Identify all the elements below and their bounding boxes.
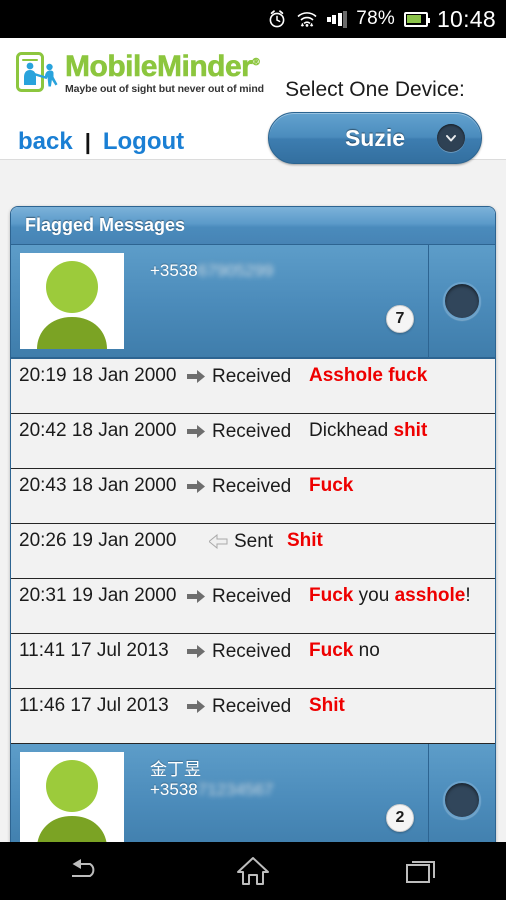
message-timestamp: 11:41 17 Jul 2013 — [19, 640, 169, 661]
message-text: Fuck — [309, 475, 354, 496]
message-direction: Received — [187, 695, 309, 718]
message-direction-label: Received — [212, 696, 292, 717]
back-icon[interactable] — [24, 842, 144, 900]
message-timestamp: 20:31 19 Jan 2000 — [19, 585, 177, 606]
message-direction-label: Received — [212, 366, 292, 387]
signal-bars-icon — [326, 10, 348, 28]
person-avatar-icon — [20, 752, 124, 842]
contact-number-1: +353867905299 — [150, 261, 274, 280]
arrow-right-received-icon — [187, 480, 205, 493]
device-selector: Select One Device: Suzie — [260, 78, 490, 164]
mobileminder-logo-icon — [16, 52, 62, 92]
table-row[interactable]: 11:41 17 Jul 2013 Received Fuck no — [11, 634, 495, 689]
message-direction: Sent — [187, 530, 287, 553]
status-badge: 7 — [386, 305, 414, 333]
message-direction: Received — [187, 420, 309, 443]
message-timestamp: 20:42 18 Jan 2000 — [19, 420, 177, 441]
table-row[interactable]: 20:31 19 Jan 2000 Received Fuck you assh… — [11, 579, 495, 634]
home-icon[interactable] — [193, 842, 313, 900]
message-direction-label: Sent — [234, 531, 274, 552]
battery-percent-label: 78% — [356, 8, 395, 29]
message-direction-label: Received — [212, 641, 292, 662]
message-direction-label: Received — [212, 421, 292, 442]
message-timestamp: 11:46 17 Jul 2013 — [19, 695, 169, 716]
page-body: Flagged Messages +353867905299 7 20:19 1… — [0, 160, 506, 842]
table-row[interactable]: 11:46 17 Jul 2013 Received Shit — [11, 689, 495, 744]
message-direction: Received — [187, 475, 309, 498]
table-row[interactable]: 20:26 19 Jan 2000 Sent Shit — [11, 524, 495, 579]
message-text: Shit — [287, 530, 323, 551]
device-select-label: Select One Device: — [285, 78, 465, 101]
chevron-down-icon — [437, 124, 465, 152]
arrow-left-sent-icon — [209, 534, 228, 549]
battery-icon — [403, 11, 430, 27]
message-text: Fuck you asshole! — [309, 585, 471, 606]
contact-row: +353867905299 7 — [11, 245, 495, 359]
alarm-clock-icon — [267, 9, 287, 29]
messages-list: 20:19 18 Jan 2000 Received Asshole fuck … — [11, 359, 495, 744]
message-timestamp: 20:26 19 Jan 2000 — [19, 530, 177, 551]
registered-mark: ® — [252, 57, 260, 68]
message-text: Fuck no — [309, 640, 380, 661]
arrow-right-received-icon — [187, 590, 205, 603]
message-direction-label: Received — [212, 476, 292, 497]
wifi-icon — [296, 10, 318, 28]
panel-title: Flagged Messages — [11, 207, 495, 245]
flagged-messages-panel: Flagged Messages +353867905299 7 20:19 1… — [10, 206, 496, 842]
expand-toggle-icon[interactable] — [429, 744, 495, 842]
brand-name: MobileMinder — [65, 50, 253, 83]
status-badge: 2 — [386, 804, 414, 832]
message-text: Asshole fuck — [309, 365, 428, 386]
redacted-number: 71234567 — [197, 779, 274, 799]
message-timestamp: 20:19 18 Jan 2000 — [19, 365, 177, 386]
contact-name-2: 金丁昱 — [150, 760, 201, 779]
logout-link[interactable]: Logout — [103, 128, 184, 156]
message-direction: Received — [187, 365, 309, 388]
message-text: Dickhead shit — [309, 420, 428, 441]
message-direction: Received — [187, 640, 309, 663]
links-divider: | — [84, 129, 91, 154]
device-select-button[interactable]: Suzie — [268, 112, 482, 164]
message-text: Shit — [309, 695, 345, 716]
message-timestamp: 20:43 18 Jan 2000 — [19, 475, 177, 496]
arrow-right-received-icon — [187, 645, 205, 658]
table-row[interactable]: 20:42 18 Jan 2000 Received Dickhead shit — [11, 414, 495, 469]
android-nav-bar — [0, 842, 506, 900]
contact-row: 金丁昱 +353871234567 2 — [11, 744, 495, 842]
person-avatar-icon — [20, 253, 124, 349]
header-links: back | Logout — [18, 128, 184, 156]
app-header: MobileMinder® Maybe out of sight but nev… — [0, 38, 506, 164]
status-bar-clock: 10:48 — [436, 5, 496, 32]
android-status-bar: 78% 10:48 — [0, 0, 506, 38]
contact-info-1: +353867905299 — [150, 253, 273, 281]
arrow-right-received-icon — [187, 425, 205, 438]
selected-device-label: Suzie — [344, 124, 406, 151]
message-direction-label: Received — [212, 586, 292, 607]
recents-icon[interactable] — [362, 842, 482, 900]
arrow-right-received-icon — [187, 370, 205, 383]
table-row[interactable]: 20:43 18 Jan 2000 Received Fuck — [11, 469, 495, 524]
redacted-number: 67905299 — [197, 261, 274, 280]
message-direction: Received — [187, 585, 309, 608]
collapse-toggle-icon[interactable] — [429, 245, 495, 357]
contact-header-2[interactable]: 金丁昱 +353871234567 2 — [11, 744, 429, 842]
brand-tagline: Maybe out of sight but never out of mind — [65, 83, 264, 95]
contact-number-2: +353871234567 — [150, 779, 274, 799]
table-row[interactable]: 20:19 18 Jan 2000 Received Asshole fuck — [11, 359, 495, 414]
contact-info-2: 金丁昱 +353871234567 — [150, 752, 273, 800]
contact-header-1[interactable]: +353867905299 7 — [11, 245, 429, 357]
back-link[interactable]: back — [18, 128, 73, 156]
brand-logo: MobileMinder® Maybe out of sight but nev… — [16, 50, 264, 95]
arrow-right-received-icon — [187, 700, 205, 713]
